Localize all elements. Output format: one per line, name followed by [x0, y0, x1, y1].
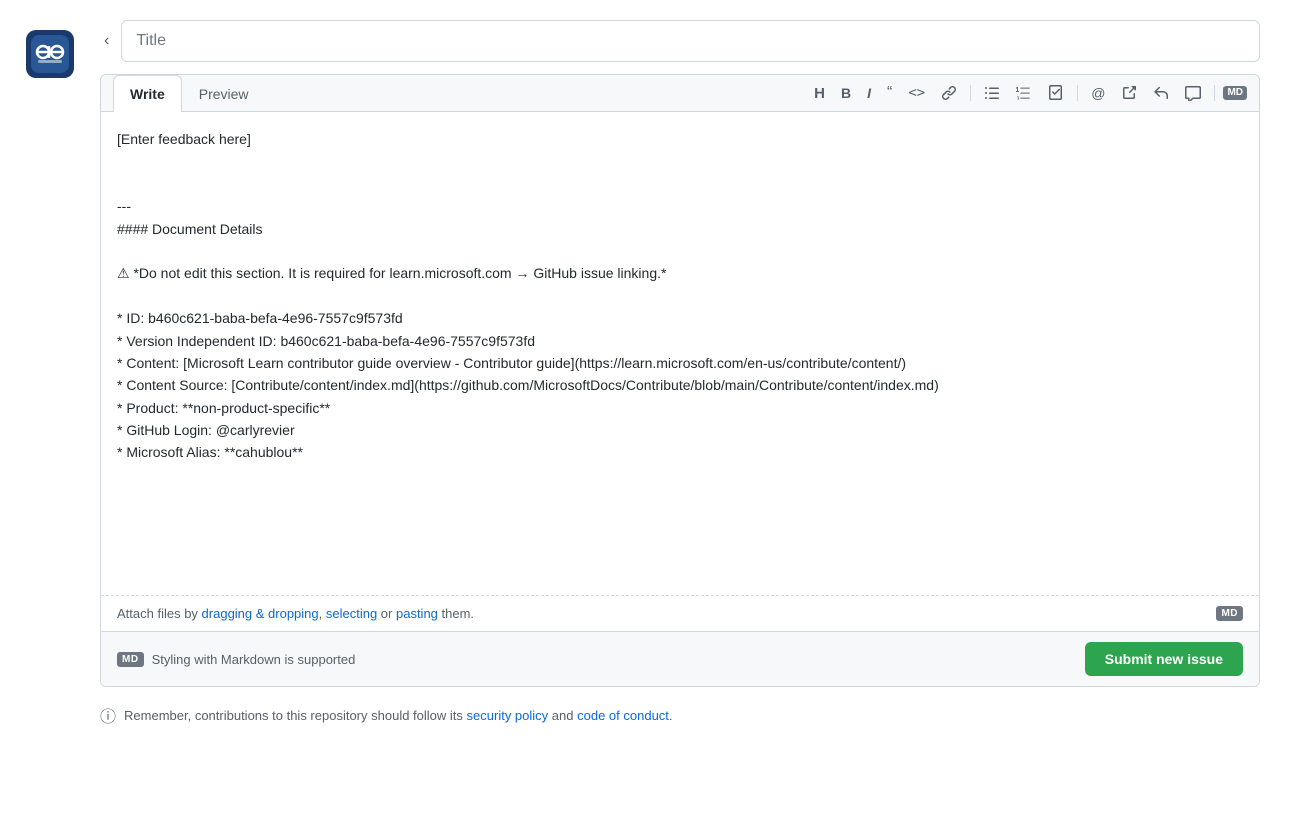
reference-button[interactable]	[1116, 81, 1142, 105]
mention-button[interactable]: @	[1086, 82, 1110, 104]
task-list-button[interactable]	[1043, 81, 1069, 105]
title-row: ‹	[100, 20, 1260, 62]
title-input[interactable]	[121, 20, 1260, 62]
attach-drag-drop-link[interactable]: dragging & dropping	[202, 606, 319, 621]
link-button[interactable]	[936, 81, 962, 105]
heading-button[interactable]: H	[809, 82, 830, 105]
back-arrow[interactable]: ‹	[100, 28, 113, 54]
bold-button[interactable]: B	[836, 82, 856, 104]
editor-container: Write Preview H B I “ <>	[100, 74, 1260, 687]
info-icon: ⓘ	[100, 703, 116, 727]
main-content: ‹ Write Preview H B I “ <>	[100, 20, 1280, 727]
editor-header: Write Preview H B I “ <>	[101, 75, 1259, 112]
italic-button[interactable]: I	[862, 82, 876, 104]
code-of-conduct-link[interactable]: code of conduct	[577, 708, 669, 723]
attach-area: Attach files by dragging & dropping, sel…	[101, 595, 1259, 631]
tab-write[interactable]: Write	[113, 75, 182, 112]
submit-button[interactable]: Submit new issue	[1085, 642, 1243, 676]
toolbar-divider-1	[970, 85, 971, 101]
md-badge: MD	[117, 652, 144, 667]
attach-selecting-link[interactable]: selecting	[326, 606, 377, 621]
toolbar-divider-3	[1214, 85, 1215, 101]
attach-text: Attach files by dragging & dropping, sel…	[117, 606, 474, 621]
ordered-list-button[interactable]	[1011, 81, 1037, 105]
remember-notice: ⓘ Remember, contributions to this reposi…	[100, 703, 1260, 727]
toolbar: H B I “ <>	[809, 81, 1247, 105]
editor-textarea[interactable]: [Enter feedback here] --- #### Document …	[101, 112, 1259, 592]
quote-button[interactable]: “	[882, 81, 897, 105]
markdown-text: Styling with Markdown is supported	[152, 652, 356, 667]
reply-button[interactable]	[1148, 81, 1174, 105]
toolbar-divider-2	[1077, 85, 1078, 101]
security-policy-link[interactable]: security policy	[467, 708, 549, 723]
code-button[interactable]: <>	[903, 82, 930, 104]
editor-tabs: Write Preview	[113, 75, 266, 111]
github-logo	[26, 30, 74, 78]
tab-preview[interactable]: Preview	[182, 75, 266, 112]
unordered-list-button[interactable]	[979, 81, 1005, 105]
editor-body: [Enter feedback here] --- #### Document …	[101, 112, 1259, 595]
sidebar	[0, 20, 100, 78]
notice-text: Remember, contributions to this reposito…	[124, 708, 673, 723]
markdown-info-button[interactable]: MD	[1223, 86, 1247, 100]
attach-pasting-link[interactable]: pasting	[396, 606, 438, 621]
markdown-info: MD Styling with Markdown is supported	[117, 652, 355, 667]
saved-replies-button[interactable]	[1180, 81, 1206, 105]
attach-md-badge: MD	[1216, 606, 1243, 621]
editor-footer: MD Styling with Markdown is supported Su…	[101, 631, 1259, 686]
